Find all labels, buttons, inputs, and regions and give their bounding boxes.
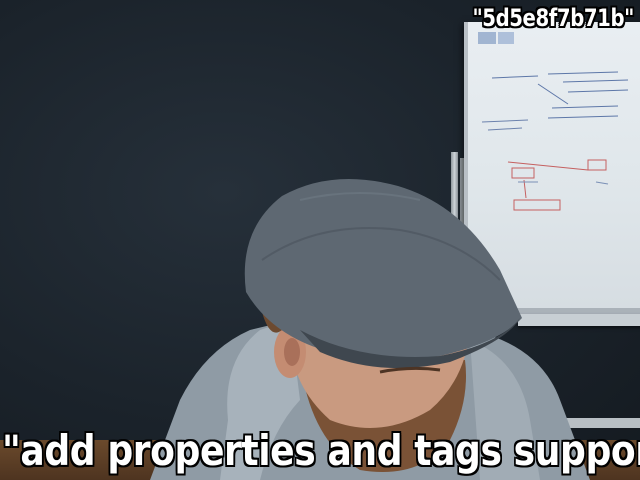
commit-message-caption: "add properties and tags support [2,426,640,475]
commit-hash-caption: "5d5e8f7b71b" [472,4,634,32]
flat-cap [244,178,522,361]
webcam-frame: "5d5e8f7b71b" "add properties and tags s… [0,0,640,480]
person-illustration [150,178,590,480]
